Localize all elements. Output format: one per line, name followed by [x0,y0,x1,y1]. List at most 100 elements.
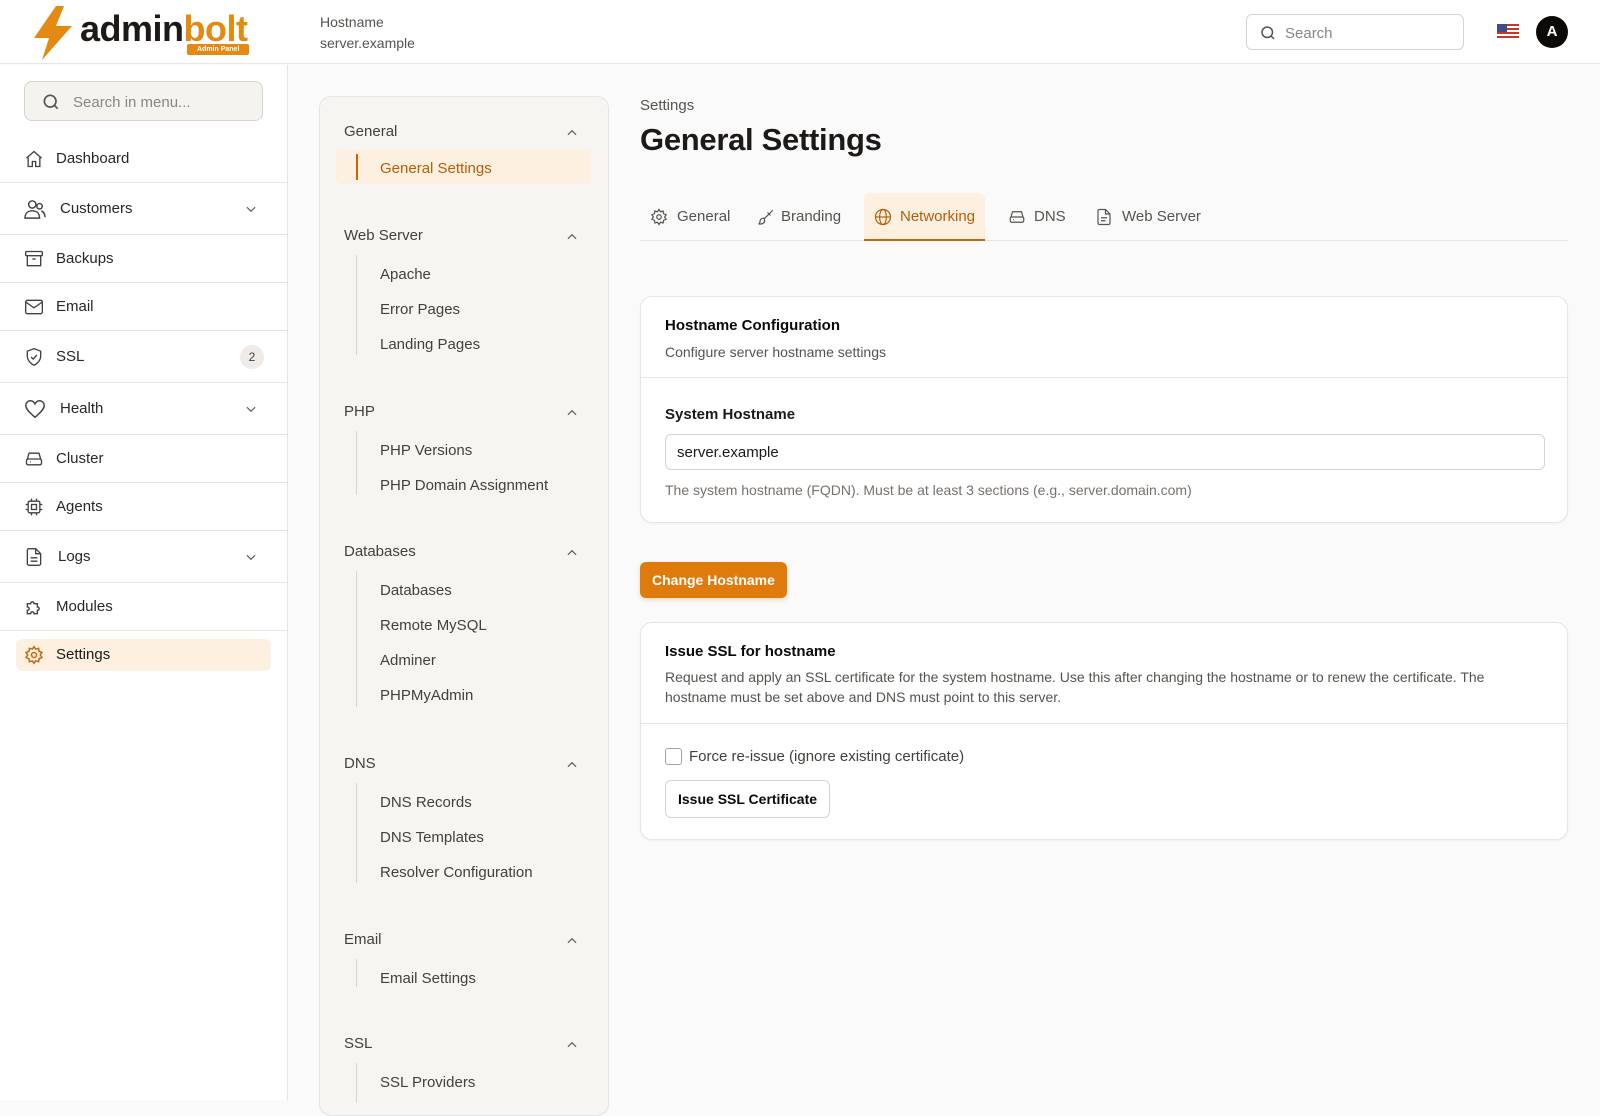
force-reissue-label[interactable]: Force re-issue (ignore existing certific… [689,748,964,765]
active-highlight [16,639,271,671]
tab-label: DNS [1034,208,1066,225]
tree-line [356,1063,357,1103]
tab-label: General [677,208,731,225]
card-divider [641,377,1567,378]
sidebar-item-health[interactable]: Health [0,383,287,435]
us-flag-icon[interactable] [1497,24,1519,40]
settings-link-php-versions[interactable]: PHP Versions [380,442,472,459]
chevron-up-icon[interactable] [565,406,579,420]
tab-networking[interactable]: Networking [864,193,985,241]
chevron-up-icon[interactable] [565,1038,579,1052]
settings-link-php-domain-assignment[interactable]: PHP Domain Assignment [380,477,548,494]
settings-link-email-settings[interactable]: Email Settings [380,970,476,987]
settings-link-phpmyadmin[interactable]: PHPMyAdmin [380,687,473,704]
settings-link-landing-pages[interactable]: Landing Pages [380,336,480,353]
settings-link-databases[interactable]: Databases [380,582,452,599]
sidebar-item-label: Cluster [56,450,104,467]
chevron-down-icon [246,554,256,561]
settings-link-error-pages[interactable]: Error Pages [380,301,460,318]
settings-group-title[interactable]: General [344,123,397,140]
force-reissue-checkbox[interactable] [665,748,682,765]
breadcrumb[interactable]: Settings [640,97,694,114]
settings-group-title[interactable]: Web Server [344,227,423,244]
users-icon [24,200,46,219]
active-indicator [356,154,358,180]
settings-link-dns-records[interactable]: DNS Records [380,794,472,811]
sidebar-item-customers[interactable]: Customers [0,183,287,235]
hostname-label: Hostname [320,14,384,30]
puzzle-icon [26,601,40,615]
settings-nav: General General Settings Web Server Apac… [319,96,609,1116]
sidebar-item-backups[interactable]: Backups [0,235,287,283]
sidebar-item-dashboard[interactable]: Dashboard [0,135,287,183]
search-icon [43,94,59,110]
tree-line [356,571,357,707]
settings-group-title[interactable]: PHP [344,403,375,420]
global-search-input[interactable] [1285,21,1455,45]
tab-general[interactable]: General [640,193,740,241]
tab-web-server[interactable]: Web Server [1085,193,1205,241]
mail-icon [25,299,43,315]
tab-label: Web Server [1122,208,1201,225]
sidebar-search-input[interactable] [73,90,253,114]
settings-group-title[interactable]: Databases [344,543,416,560]
brand-tagline: Admin Panel [187,44,250,55]
tab-branding[interactable]: Branding [747,193,851,241]
settings-link-adminer[interactable]: Adminer [380,652,436,669]
sidebar-item-label: Logs [58,548,91,565]
field-hint: The system hostname (FQDN). Must be at l… [665,482,1192,498]
settings-link-resolver-configuration[interactable]: Resolver Configuration [380,864,533,881]
settings-group-title[interactable]: SSL [344,1035,372,1052]
issue-ssl-button[interactable]: Issue SSL Certificate [665,780,831,818]
sidebar-item-ssl[interactable]: SSL 2 [0,331,287,383]
sidebar-search[interactable] [24,81,263,121]
chevron-down-icon [246,206,256,213]
sidebar-item-label: SSL [56,348,85,365]
sidebar-item-settings[interactable]: Settings [0,631,287,679]
sidebar: Dashboard Customers Backups Email SSL 2 … [0,65,288,1100]
settings-tabs: General Branding Networking DNS Web Serv… [640,193,1568,241]
card-description: Request and apply an SSL certificate for… [665,669,1485,705]
settings-link-dns-templates[interactable]: DNS Templates [380,829,484,846]
settings-group-title[interactable]: DNS [344,755,376,772]
sidebar-item-label: Customers [60,200,133,217]
chevron-up-icon[interactable] [565,230,579,244]
sidebar-item-cluster[interactable]: Cluster [0,435,287,483]
global-search[interactable] [1246,14,1464,50]
brand-logo[interactable]: adminbolt Admin Panel [30,6,260,60]
heart-icon [25,400,45,419]
chevron-up-icon[interactable] [565,758,579,772]
sidebar-item-label: Health [60,400,104,417]
card-divider [641,723,1567,724]
sidebar-item-label: Backups [56,250,114,267]
gear-icon [650,208,668,226]
search-icon [1261,26,1275,40]
chevron-up-icon[interactable] [565,126,579,140]
sidebar-item-modules[interactable]: Modules [0,583,287,631]
settings-link-remote-mysql[interactable]: Remote MySQL [380,617,487,634]
hostname-info: Hostname server.example [320,12,415,54]
chevron-up-icon[interactable] [565,546,579,560]
sidebar-item-email[interactable]: Email [0,283,287,331]
archive-icon [25,250,43,267]
sidebar-item-logs[interactable]: Logs [0,531,287,583]
change-hostname-button[interactable]: Change Hostname [640,562,787,598]
hard-drive-icon [25,452,43,466]
globe-icon [874,208,892,226]
settings-link-general-settings[interactable]: General Settings [380,160,492,177]
lightning-bolt-icon [34,6,72,60]
tab-label: Branding [781,208,842,225]
tab-dns[interactable]: DNS [998,193,1078,241]
chevron-up-icon[interactable] [565,934,579,948]
system-hostname-input[interactable] [665,434,1545,470]
avatar[interactable]: A [1536,16,1568,48]
tree-line [356,959,357,987]
hard-drive-icon [1009,211,1025,223]
sidebar-item-agents[interactable]: Agents [0,483,287,531]
settings-group-title[interactable]: Email [344,931,382,948]
hostname-config-card: Hostname Configuration Configure server … [640,296,1568,523]
settings-link-apache[interactable]: Apache [380,266,431,283]
settings-link-ssl-providers[interactable]: SSL Providers [380,1074,475,1091]
cpu-icon [25,498,43,516]
hostname-value: server.example [320,35,415,51]
